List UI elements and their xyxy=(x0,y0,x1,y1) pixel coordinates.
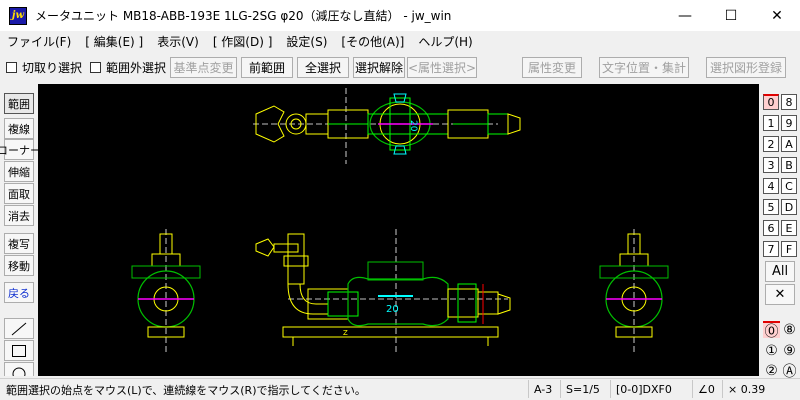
layer-group-1[interactable]: ① xyxy=(763,342,780,359)
text-position-summary-button[interactable]: 文字位置・集計 xyxy=(599,57,689,78)
angle-cell[interactable]: ∠0 xyxy=(692,380,720,398)
tool-corner[interactable]: コーナー xyxy=(0,139,41,160)
outside-select-label: 範囲外選択 xyxy=(106,60,167,75)
menu-view[interactable]: 表示(V) xyxy=(150,33,206,50)
layer-b[interactable]: B xyxy=(781,157,797,173)
layer-panel: 0 8 1 9 2 A 3 B 4 C 5 D 6 E 7 F All ✕ ⓪ … xyxy=(759,84,800,380)
layer-d[interactable]: D xyxy=(781,199,797,215)
menu-help[interactable]: ヘルプ(H) xyxy=(411,33,479,50)
tool-range[interactable]: 範囲 xyxy=(4,93,34,114)
layer-9[interactable]: 9 xyxy=(781,115,797,131)
menu-file[interactable]: ファイル(F) xyxy=(0,33,78,50)
status-message: 範囲選択の始点をマウス(L)で、連続線をマウス(R)で指示してください。 xyxy=(6,383,366,397)
title-bar: jw メータユニット MB18-ABB-193E 1LG-2SG φ20（減圧な… xyxy=(0,0,800,31)
tool-undo[interactable]: 戻る xyxy=(4,282,34,303)
clip-select-label: 切取り選択 xyxy=(22,60,83,75)
window-title: メータユニット MB18-ABB-193E 1LG-2SG φ20（減圧なし直結… xyxy=(35,9,452,23)
line-icon xyxy=(11,322,27,335)
menu-bar: ファイル(F) [ 編集(E) ] 表示(V) [ 作図(D) ] 設定(S) … xyxy=(0,31,800,52)
layer-2[interactable]: 2 xyxy=(763,136,779,152)
layer-a[interactable]: A xyxy=(781,136,797,152)
layer-8[interactable]: 8 xyxy=(781,94,797,110)
menu-settings[interactable]: 設定(S) xyxy=(279,33,334,50)
layer-group-8[interactable]: ⑧ xyxy=(781,321,798,338)
layer-group-2[interactable]: ② xyxy=(763,362,780,379)
right-side-view xyxy=(599,229,669,354)
rectangle-icon xyxy=(12,344,26,357)
minimize-button[interactable]: — xyxy=(662,0,708,31)
tool-copy[interactable]: 複写 xyxy=(4,233,34,254)
maximize-button[interactable]: ☐ xyxy=(708,0,754,31)
paper-size-cell[interactable]: A-3 xyxy=(528,380,559,398)
drawing-canvas[interactable]: 20 20 Z xyxy=(38,84,759,376)
layer-4[interactable]: 4 xyxy=(763,178,779,194)
meter-top-label: 20 xyxy=(408,120,418,132)
app-window: jw メータユニット MB18-ABB-193E 1LG-2SG φ20（減圧な… xyxy=(0,0,800,400)
tool-parallel-line[interactable]: 複線 xyxy=(4,118,34,139)
close-button[interactable]: ✕ xyxy=(754,0,800,31)
layer-group-a[interactable]: Ⓐ xyxy=(781,362,798,380)
tool-line[interactable] xyxy=(4,318,34,339)
layer-6[interactable]: 6 xyxy=(763,220,779,236)
layer-close-button[interactable]: ✕ xyxy=(765,284,795,305)
base-point-change-button[interactable]: 基準点変更 xyxy=(170,57,237,78)
layer-e[interactable]: E xyxy=(781,220,797,236)
front-view: 20 Z xyxy=(255,229,511,354)
scale-cell[interactable]: S=1/5 xyxy=(560,380,608,398)
checkbox-box[interactable] xyxy=(6,61,17,73)
layer-7[interactable]: 7 xyxy=(763,241,779,257)
register-shape-button[interactable]: 選択図形登録 xyxy=(706,57,786,78)
tool-move[interactable]: 移動 xyxy=(4,255,34,276)
layer-group-0[interactable]: ⓪ xyxy=(763,321,780,340)
select-all-button[interactable]: 全選択 xyxy=(297,57,349,78)
layer-c[interactable]: C xyxy=(781,178,797,194)
layer-status-cell[interactable]: [0-0]DXF0 xyxy=(610,380,690,398)
menu-other[interactable]: [その他(A)] xyxy=(334,33,411,50)
clip-select-checkbox[interactable]: 切取り選択 xyxy=(6,59,82,76)
prev-range-button[interactable]: 前範囲 xyxy=(241,57,293,78)
zoom-factor-cell[interactable]: × 0.39 xyxy=(722,380,800,398)
circle-icon xyxy=(12,367,26,376)
checkbox-box[interactable] xyxy=(90,61,102,73)
tool-erase[interactable]: 消去 xyxy=(4,205,34,226)
layer-0[interactable]: 0 xyxy=(763,94,779,110)
layer-5[interactable]: 5 xyxy=(763,199,779,215)
outside-select-checkbox[interactable]: 範囲外選択 xyxy=(90,59,166,76)
tool-rectangle[interactable] xyxy=(4,340,34,361)
top-view: 20 xyxy=(253,88,521,164)
jw-app-icon: jw xyxy=(9,6,27,25)
left-tool-panel: 範囲 複線 コーナー 伸縮 面取 消去 複写 移動 戻る xyxy=(0,84,41,376)
menu-draw[interactable]: [ 作図(D) ] xyxy=(206,33,280,50)
tool-stretch[interactable]: 伸縮 xyxy=(4,161,34,182)
layer-3[interactable]: 3 xyxy=(763,157,779,173)
base-label: Z xyxy=(343,329,348,337)
cad-drawing: 20 20 Z xyxy=(131,88,669,354)
layer-f[interactable]: F xyxy=(781,241,797,257)
meter-front-label: 20 xyxy=(386,304,399,315)
attribute-change-button[interactable]: 属性変更 xyxy=(522,57,582,78)
menu-edit[interactable]: [ 編集(E) ] xyxy=(78,33,150,50)
layer-1[interactable]: 1 xyxy=(763,115,779,131)
attribute-select-button[interactable]: <属性選択> xyxy=(407,57,477,78)
left-side-view xyxy=(131,229,201,354)
deselect-button[interactable]: 選択解除 xyxy=(353,57,405,78)
layer-all-button[interactable]: All xyxy=(765,261,795,282)
tool-circle[interactable] xyxy=(4,362,34,376)
layer-group-9[interactable]: ⑨ xyxy=(781,342,798,359)
tool-chamfer[interactable]: 面取 xyxy=(4,183,34,204)
